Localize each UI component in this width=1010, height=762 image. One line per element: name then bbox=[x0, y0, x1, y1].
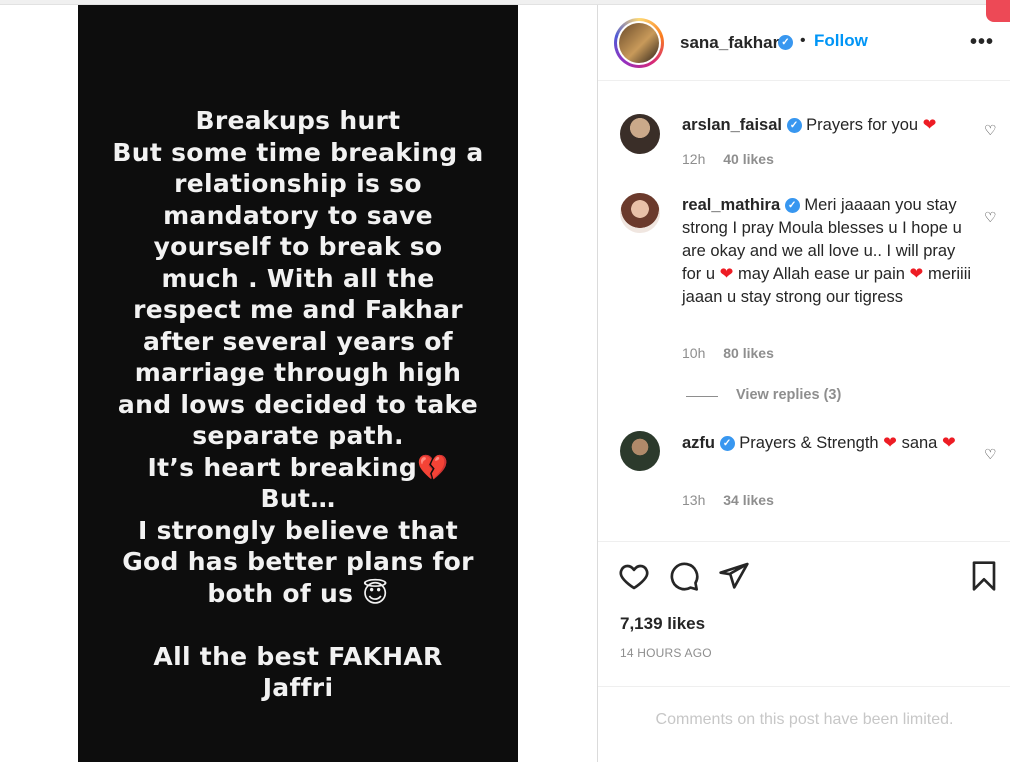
story-text-line: mandatory to save bbox=[163, 200, 433, 230]
comment-message-continued: may Allah ease ur pain bbox=[733, 265, 910, 283]
red-heart-emoji: ❤ bbox=[883, 434, 897, 452]
comment-meta: 12h 40 likes bbox=[682, 151, 788, 167]
view-replies-divider bbox=[686, 396, 718, 397]
comment-likes[interactable]: 34 likes bbox=[723, 492, 774, 508]
comment-like-icon[interactable]: ♡ bbox=[984, 122, 998, 138]
post-panel: sana_fakhar ✓ • Follow ••• arslan_faisal… bbox=[597, 5, 1010, 762]
commenter-avatar[interactable] bbox=[620, 114, 660, 154]
comment-message: Prayers for you bbox=[806, 116, 919, 134]
story-text-line: after several years of bbox=[143, 326, 453, 356]
comment-meta: 10h 80 likes bbox=[682, 345, 788, 361]
story-text-line: God has better plans for bbox=[122, 547, 474, 576]
story-text-line: marriage through high bbox=[134, 358, 462, 387]
story-text-line: But… bbox=[260, 484, 336, 513]
comment-username[interactable]: azfu bbox=[682, 434, 715, 452]
story-text-line: and lows decided to take bbox=[117, 389, 479, 419]
story-text-line: But some time breaking a bbox=[112, 137, 484, 167]
post-likes-count[interactable]: 7,139 likes bbox=[620, 614, 705, 634]
verified-badge-icon: ✓ bbox=[778, 35, 793, 50]
story-text-line: yourself to break so bbox=[153, 232, 443, 261]
author-avatar[interactable] bbox=[614, 18, 664, 68]
more-options-icon[interactable]: ••• bbox=[970, 31, 994, 54]
story-text-line: separate path. bbox=[192, 421, 404, 450]
post-timestamp: 14 HOURS AGO bbox=[620, 646, 712, 660]
red-heart-emoji: ❤ bbox=[922, 116, 937, 134]
verified-badge-icon: ✓ bbox=[784, 198, 800, 214]
story-text-line: both of us 😇 bbox=[207, 578, 389, 608]
post-actions: 7,139 likes 14 HOURS AGO bbox=[598, 541, 1010, 686]
red-heart-emoji: ❤ bbox=[941, 434, 956, 452]
author-username[interactable]: sana_fakhar bbox=[680, 33, 779, 53]
notification-badge[interactable] bbox=[986, 0, 1010, 22]
comment-time[interactable]: 10h bbox=[682, 345, 705, 361]
story-text: Breakups hurt But some time breaking a rel… bbox=[78, 105, 518, 704]
story-text-line: All the best FAKHAR bbox=[153, 641, 443, 671]
comment-message: Prayers & Strength bbox=[739, 434, 884, 452]
avatar-frame bbox=[617, 21, 661, 65]
view-replies-button[interactable]: View replies (3) bbox=[736, 387, 841, 403]
bookmark-icon[interactable] bbox=[968, 560, 1000, 592]
heart-icon[interactable] bbox=[618, 560, 650, 592]
red-heart-emoji: ❤ bbox=[909, 265, 924, 283]
red-heart-emoji: ❤ bbox=[719, 265, 734, 283]
comment-likes[interactable]: 80 likes bbox=[723, 345, 774, 361]
share-icon[interactable] bbox=[718, 560, 750, 592]
comment-text: arslan_faisal ✓ Prayers for you ❤ bbox=[682, 114, 972, 137]
story-text-line: relationship is so bbox=[174, 169, 422, 198]
comments-limited-notice: Comments on this post have been limited. bbox=[598, 686, 1010, 762]
comment-likes[interactable]: 40 likes bbox=[723, 151, 774, 167]
story-text-line: Breakups hurt bbox=[195, 106, 401, 135]
verified-badge-icon: ✓ bbox=[786, 118, 802, 134]
comment-text: azfu ✓ Prayers & Strength ❤ sana ❤ bbox=[682, 432, 972, 455]
story-text-line: I strongly believe that bbox=[138, 515, 458, 545]
comment-time[interactable]: 12h bbox=[682, 151, 705, 167]
commenter-avatar[interactable] bbox=[620, 431, 660, 471]
story-text-line: It’s heart breaking💔 bbox=[147, 452, 449, 482]
commenter-avatar[interactable] bbox=[620, 193, 660, 233]
comment-username[interactable]: arslan_faisal bbox=[682, 116, 782, 134]
story-text-line bbox=[78, 609, 518, 641]
comment-time[interactable]: 13h bbox=[682, 492, 705, 508]
comment-like-icon[interactable]: ♡ bbox=[984, 446, 998, 462]
comments-list: arslan_faisal ✓ Prayers for you ❤ 12h 40… bbox=[598, 82, 1010, 540]
comment-icon[interactable] bbox=[668, 560, 700, 592]
post-header: sana_fakhar ✓ • Follow ••• bbox=[598, 5, 1010, 81]
avatar-photo bbox=[619, 23, 659, 63]
comment-like-icon[interactable]: ♡ bbox=[984, 209, 998, 225]
story-text-line: much . With all the bbox=[161, 263, 435, 293]
separator-dot: • bbox=[800, 32, 806, 49]
comments-limited-text: Comments on this post have been limited. bbox=[655, 711, 954, 728]
follow-button[interactable]: Follow bbox=[814, 31, 868, 51]
comment-text: real_mathira ✓ Meri jaaaan you stay stro… bbox=[682, 194, 972, 309]
verified-badge-icon: ✓ bbox=[719, 436, 735, 452]
story-image: Breakups hurt But some time breaking a rel… bbox=[78, 5, 518, 762]
comment-message-continued: sana bbox=[897, 434, 938, 452]
story-text-line: Jaffri bbox=[262, 673, 334, 702]
story-text-line: respect me and Fakhar bbox=[133, 295, 463, 324]
page-gutter bbox=[0, 5, 78, 762]
comment-meta: 13h 34 likes bbox=[682, 492, 788, 508]
comment-username[interactable]: real_mathira bbox=[682, 196, 780, 214]
